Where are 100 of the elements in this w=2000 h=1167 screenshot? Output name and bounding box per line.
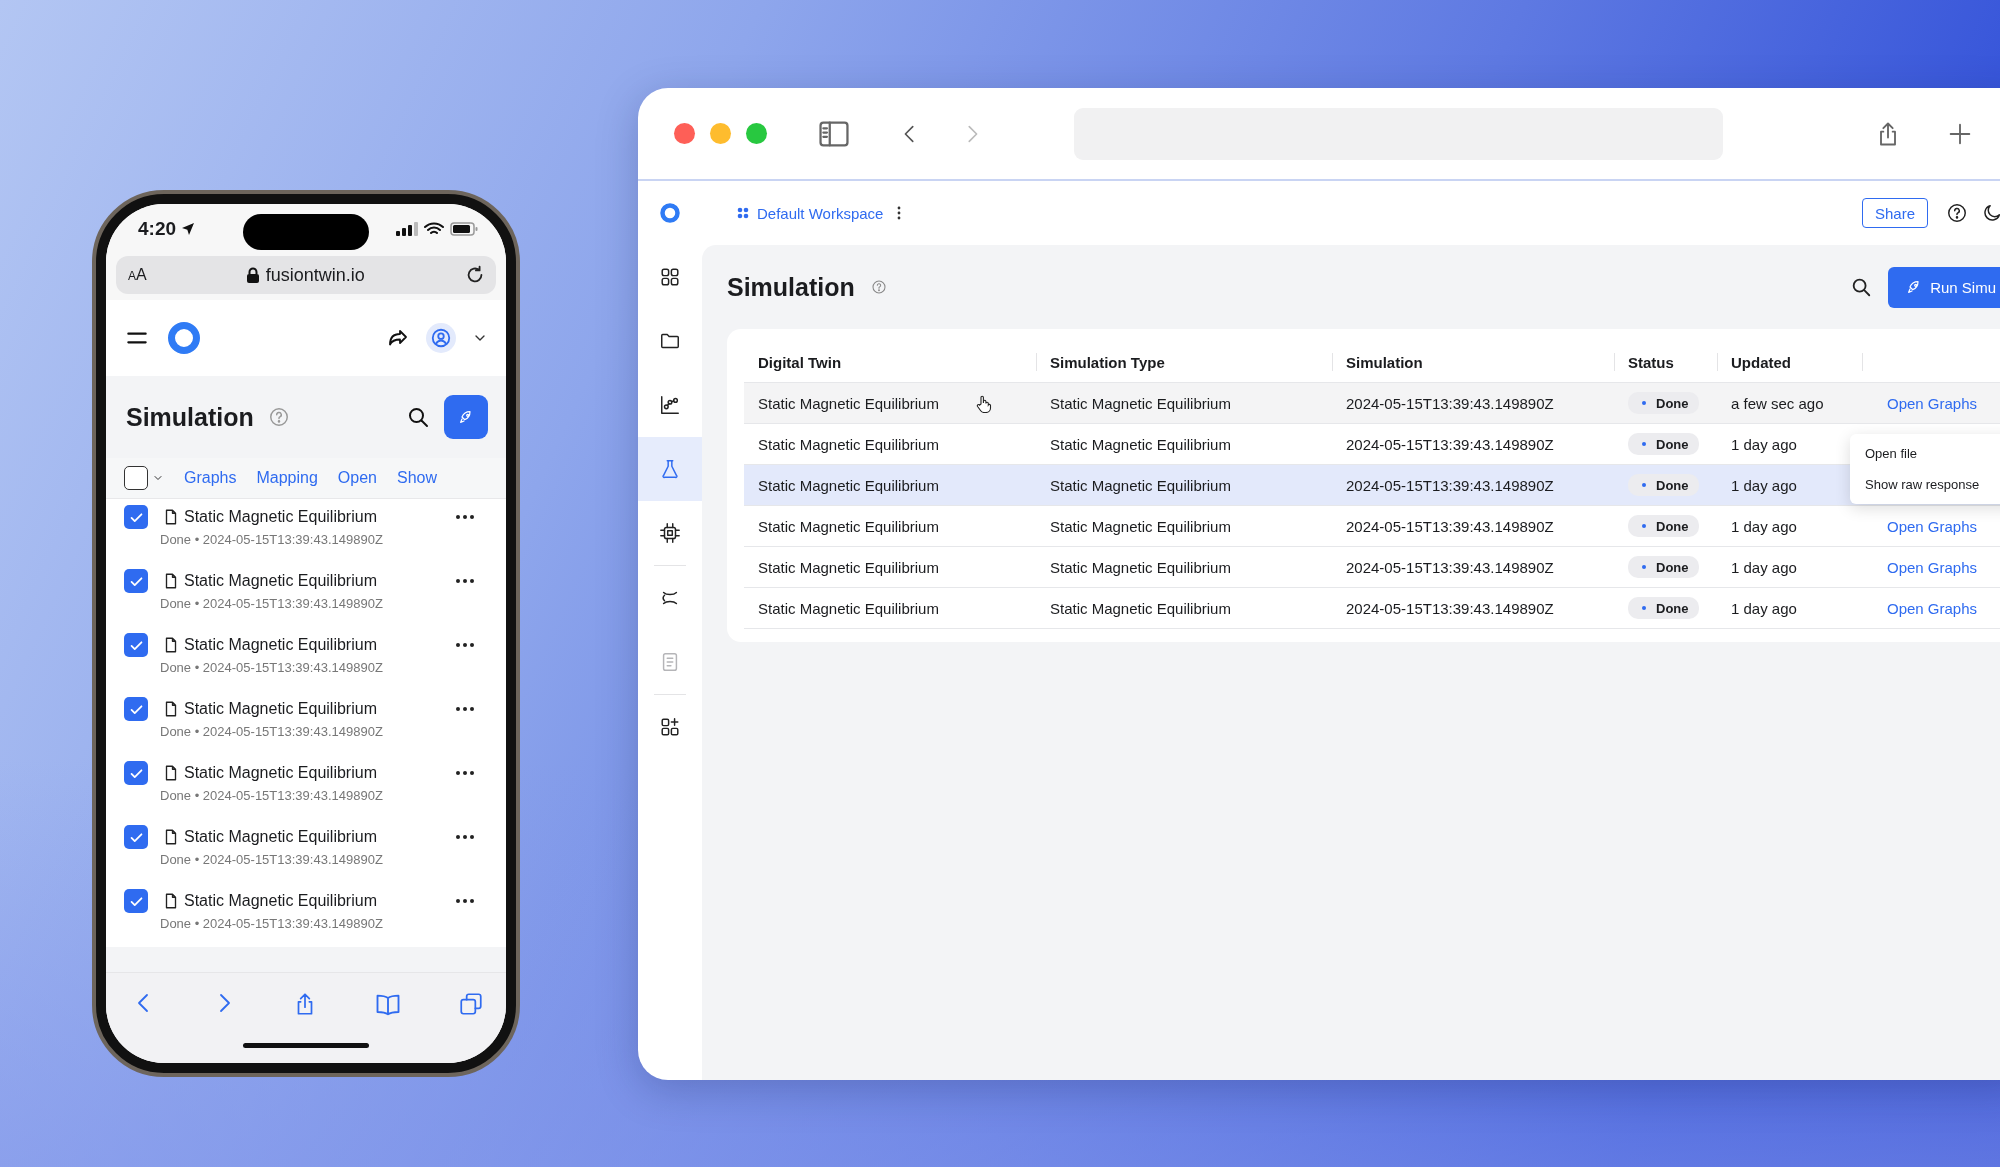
url-text: fusiontwin.io <box>265 264 365 286</box>
action-link[interactable]: Graphs <box>184 469 237 487</box>
table-cell: Static Magnetic Equilibrium <box>758 476 939 494</box>
row-checkbox[interactable] <box>124 697 148 721</box>
status-badge: Done <box>1628 474 1699 496</box>
simulation-detail: Done • 2024-05-15T13:39:43.149890Z <box>160 915 384 933</box>
table-cell: 1 day ago <box>1731 435 1797 453</box>
table-cell: a few sec ago <box>1731 394 1824 412</box>
simulation-name[interactable]: Static Magnetic Equilibrium <box>184 825 456 849</box>
table-cell: 2024-05-15T13:39:43.149890Z <box>1346 435 1554 453</box>
user-icon <box>430 327 452 349</box>
share-button[interactable]: Share <box>1861 198 1928 228</box>
row-checkbox[interactable] <box>124 761 148 785</box>
chart-icon <box>659 394 681 416</box>
row-checkbox[interactable] <box>124 633 148 657</box>
tabs-icon[interactable] <box>458 991 484 1017</box>
table-cell: 1 day ago <box>1731 517 1797 535</box>
table-cell: Static Magnetic Equilibrium <box>1050 558 1231 576</box>
logo-icon <box>659 202 681 224</box>
simulation-name[interactable]: Static Magnetic Equilibrium <box>184 889 456 913</box>
table-cell: 2024-05-15T13:39:43.149890Z <box>1346 476 1554 494</box>
signal-icon <box>396 222 418 236</box>
simulation-name[interactable]: Static Magnetic Equilibrium <box>184 697 456 721</box>
open-graphs-link[interactable]: Open Graphs <box>1887 394 1978 412</box>
row-checkbox[interactable] <box>124 505 148 529</box>
table-cell: 1 day ago <box>1731 599 1797 617</box>
simulation-detail: Done • 2024-05-15T13:39:43.149890Z <box>160 851 384 869</box>
logo-icon <box>166 320 202 356</box>
table-cell: Static Magnetic Equilibrium <box>1050 394 1231 412</box>
menu-item[interactable]: Show raw response <box>1850 469 2000 500</box>
table-cell: 2024-05-15T13:39:43.149890Z <box>1346 558 1554 576</box>
help-icon[interactable] <box>1946 202 1968 224</box>
simulation-detail: Done • 2024-05-15T13:39:43.149890Z <box>160 723 384 741</box>
simulation-detail: Done • 2024-05-15T13:39:43.149890Z <box>160 595 384 613</box>
simulation-name[interactable]: Static Magnetic Equilibrium <box>184 569 456 593</box>
page-title: Simulation <box>727 272 855 302</box>
status-badge: Done <box>1628 556 1699 578</box>
close-button[interactable] <box>674 123 695 144</box>
apps-icon <box>659 266 681 288</box>
table-cell: Static Magnetic Equilibrium <box>1050 517 1231 535</box>
select-all-checkbox[interactable] <box>124 466 148 490</box>
status-badge: Done <box>1628 515 1699 537</box>
workspace-icon <box>737 207 749 219</box>
table-cell: Static Magnetic Equilibrium <box>758 558 939 576</box>
column-header: Simulation Type <box>1036 342 1332 382</box>
status-badge: Done <box>1628 433 1699 455</box>
table-cell: Static Magnetic Equilibrium <box>758 599 939 617</box>
column-header: Digital Twin <box>757 352 843 373</box>
open-graphs-link[interactable]: Open Graphs <box>1887 599 1978 617</box>
kebab-icon[interactable] <box>897 206 902 220</box>
table-cell: Static Magnetic Equilibrium <box>1050 435 1231 453</box>
chip-icon <box>659 522 681 544</box>
status-badge: Done <box>1628 392 1699 414</box>
table-row[interactable]: Static Magnetic Equilibrium Static Magnetic Equilibrium 2024-05-15T13:39:43.149890Z Done 1 day ago Open Graphs <box>744 506 2000 547</box>
add-apps-icon <box>659 716 681 738</box>
column-header: Updated <box>1717 342 1862 382</box>
row-checkbox[interactable] <box>124 825 148 849</box>
run-button[interactable] <box>444 395 488 439</box>
table-cell: Static Magnetic Equilibrium <box>758 517 939 535</box>
hand-cursor-icon <box>976 395 992 413</box>
row-checkbox[interactable] <box>124 569 148 593</box>
table-row[interactable]: Static Magnetic Equilibrium Static Magnetic Equilibrium 2024-05-15T13:39:43.149890Z Done 1 day ago Open Graphs <box>744 588 2000 629</box>
status-badge: Done <box>1628 597 1699 619</box>
rocket-icon <box>458 409 474 425</box>
simulation-detail: Done • 2024-05-15T13:39:43.149890Z <box>160 659 384 677</box>
simulation-name[interactable]: Static Magnetic Equilibrium <box>184 761 456 785</box>
table-cell: Static Magnetic Equilibrium <box>758 435 939 453</box>
lock-icon <box>245 267 260 283</box>
run-simulation-button[interactable]: Run Simu <box>1888 266 2000 308</box>
open-graphs-link[interactable]: Open Graphs <box>1887 517 1978 535</box>
page-title: Simulation <box>126 402 254 432</box>
flask-icon <box>659 458 681 480</box>
text-size-button[interactable]: AA <box>128 266 147 284</box>
open-graphs-link[interactable]: Open Graphs <box>1887 558 1978 576</box>
location-icon <box>180 221 197 237</box>
table-cell: Static Magnetic Equilibrium <box>1050 599 1231 617</box>
table-cell: 1 day ago <box>1731 558 1797 576</box>
column-header: Status <box>1614 342 1717 382</box>
simulation-detail: Done • 2024-05-15T13:39:43.149890Z <box>160 787 384 805</box>
table-cell: Static Magnetic Equilibrium <box>1050 476 1231 494</box>
action-link[interactable]: Mapping <box>256 469 318 487</box>
simulation-name[interactable]: Static Magnetic Equilibrium <box>184 633 456 657</box>
table-row[interactable]: Static Magnetic Equilibrium Static Magnetic Equilibrium 2024-05-15T13:39:43.149890Z Done a few sec ago Open Graphs <box>744 383 2000 424</box>
moon-icon[interactable] <box>1981 202 2000 224</box>
wifi-icon <box>424 222 444 236</box>
simulation-detail: Done • 2024-05-15T13:39:43.149890Z <box>160 531 384 549</box>
table-cell: 2024-05-15T13:39:43.149890Z <box>1346 599 1554 617</box>
action-link[interactable]: Open <box>337 469 377 487</box>
row-checkbox[interactable] <box>124 889 148 913</box>
table-cell: 2024-05-15T13:39:43.149890Z <box>1346 517 1554 535</box>
avatar-button[interactable] <box>426 323 456 353</box>
action-link[interactable]: Show <box>397 469 437 487</box>
address-bar[interactable]: AA fusiontwin.io <box>116 256 496 294</box>
table-cell: 1 day ago <box>1731 476 1797 494</box>
search-icon[interactable] <box>1850 276 1873 298</box>
simulation-name[interactable]: Static Magnetic Equilibrium <box>184 505 456 529</box>
table-cell: 2024-05-15T13:39:43.149890Z <box>1346 394 1554 412</box>
status-time: 4:20 <box>138 218 177 240</box>
search-icon[interactable] <box>406 405 430 429</box>
table-row[interactable]: Static Magnetic Equilibrium Static Magnetic Equilibrium 2024-05-15T13:39:43.149890Z Done 1 day ago Open Graphs <box>744 547 2000 588</box>
